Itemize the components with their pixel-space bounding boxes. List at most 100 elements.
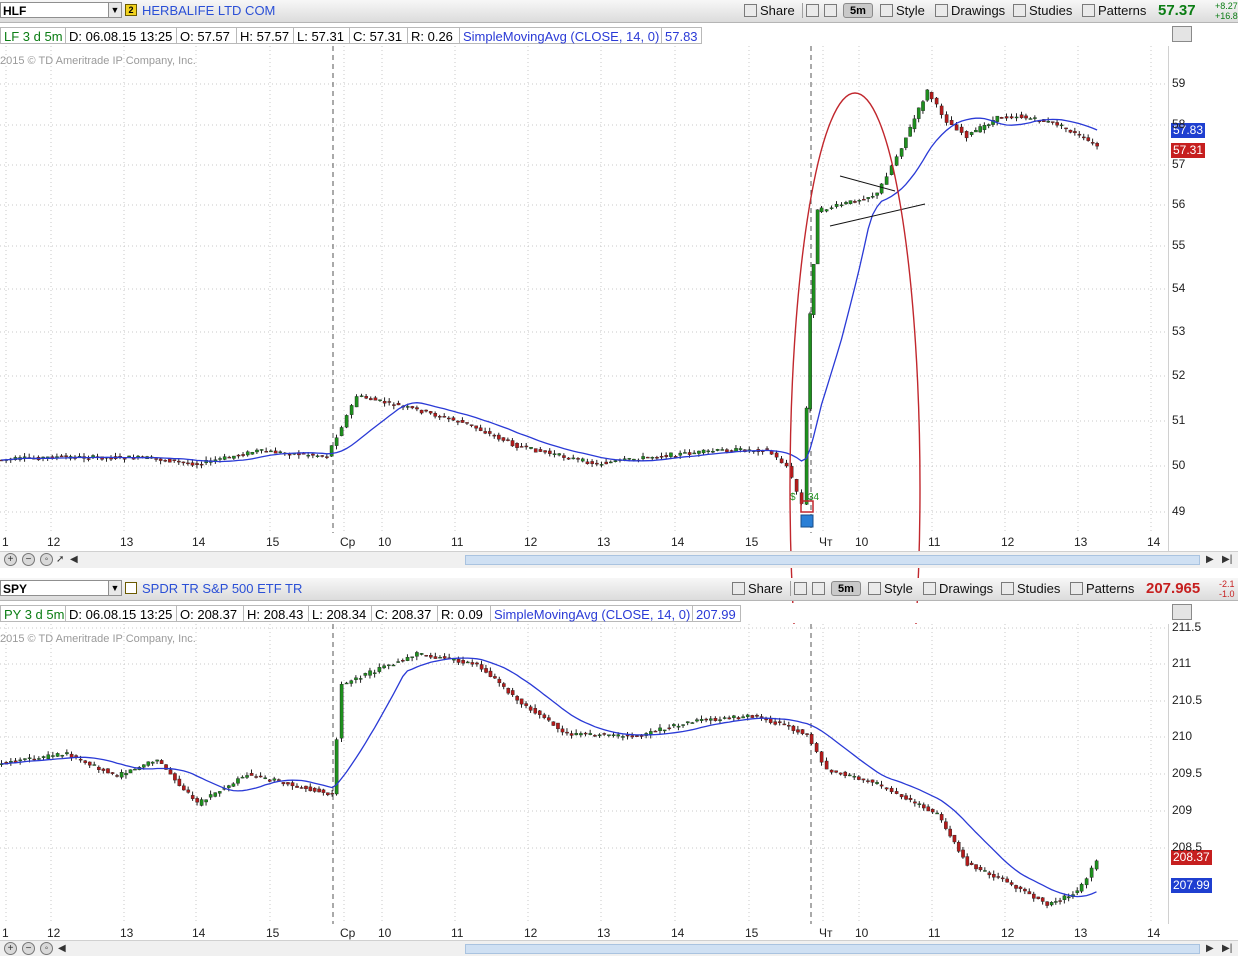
- scroll-left-icon[interactable]: ◀: [70, 552, 78, 568]
- candle-down: [1009, 882, 1014, 885]
- share-button[interactable]: Share: [732, 580, 783, 597]
- tools-button[interactable]: [806, 2, 822, 19]
- candle-down: [506, 687, 511, 694]
- hlf-price-chart[interactable]: $34 2015 © TD Ameritrade IP Company, Inc…: [0, 46, 1168, 884]
- symbol-input[interactable]: HLF: [0, 2, 120, 18]
- expand-chart-icon[interactable]: [1172, 26, 1192, 42]
- candle-up: [650, 457, 655, 459]
- spy-info-bar: PY 3 d 5m D: 06.08.15 13:25 O: 208.37 H:…: [0, 603, 1170, 623]
- candle-down: [181, 461, 186, 464]
- settings-button[interactable]: [812, 580, 828, 597]
- candle-up: [844, 202, 848, 205]
- candle-down: [805, 733, 809, 735]
- candle-up: [681, 724, 685, 726]
- candle-down: [784, 462, 789, 467]
- candle-down: [1086, 137, 1091, 141]
- candle-down: [254, 776, 258, 778]
- candle-up: [852, 776, 857, 778]
- candle-down: [101, 768, 106, 771]
- chart-spec[interactable]: LF 3 d 5m: [0, 27, 66, 44]
- link-badge[interactable]: [125, 582, 137, 594]
- candle-down: [163, 460, 168, 462]
- event-label: $: [790, 492, 796, 503]
- toolbar-separator: [802, 3, 803, 18]
- candle-down: [442, 656, 447, 659]
- scroll-thumb[interactable]: [465, 944, 1200, 954]
- candle-up: [599, 464, 604, 466]
- style-button[interactable]: Style: [868, 580, 913, 597]
- scroll-thumb[interactable]: [465, 555, 1200, 565]
- time-tick-label: Чт: [819, 535, 833, 549]
- candle-down: [1027, 891, 1032, 895]
- last-price-tag: 57.31: [1171, 143, 1206, 158]
- candle-up: [697, 450, 701, 454]
- candle-down: [796, 729, 800, 733]
- candle-down: [1082, 136, 1086, 139]
- scroll-end-icon[interactable]: ▶|: [1222, 552, 1232, 568]
- candle-up: [339, 427, 344, 437]
- candle-down: [159, 760, 164, 764]
- share-button[interactable]: Share: [744, 2, 795, 19]
- candle-up: [824, 209, 829, 212]
- candle-up: [875, 782, 879, 784]
- scroll-right-icon[interactable]: ▶: [1206, 552, 1214, 568]
- candle-down: [944, 114, 949, 123]
- symbol-description: SPDR TR S&P 500 ETF TR: [142, 581, 303, 596]
- link-badge[interactable]: 2: [125, 4, 137, 16]
- patterns-icon: [1082, 4, 1095, 17]
- zoom-fit-icon[interactable]: ◦: [40, 942, 53, 955]
- time-tick-label: 12: [47, 535, 61, 549]
- candle-down: [560, 728, 565, 733]
- candle-down: [926, 806, 931, 812]
- expand-chart-icon[interactable]: [1172, 604, 1192, 620]
- share-icon: [732, 582, 745, 595]
- symbol-input[interactable]: SPY: [0, 580, 120, 596]
- drawings-button[interactable]: Drawings: [935, 2, 1005, 19]
- zoom-in-icon[interactable]: +: [4, 942, 17, 955]
- patterns-button[interactable]: Patterns: [1070, 580, 1134, 597]
- symbol-dropdown-icon[interactable]: ▼: [108, 580, 122, 596]
- zoom-in-icon[interactable]: +: [4, 553, 17, 566]
- cursor-icon[interactable]: ➚: [56, 552, 64, 568]
- hlf-price-axis[interactable]: 57.83 57.31 59 58 57 56 55 54 53 52 51 50 49: [1168, 46, 1238, 551]
- style-button[interactable]: Style: [880, 2, 925, 19]
- candle-down: [326, 792, 330, 796]
- candle-down: [551, 721, 556, 726]
- candle-up: [741, 716, 745, 719]
- candle-down: [497, 434, 501, 440]
- studies-button[interactable]: Studies: [1013, 2, 1072, 19]
- zoom-out-icon[interactable]: −: [22, 553, 35, 566]
- studies-button[interactable]: Studies: [1001, 580, 1060, 597]
- study-name[interactable]: SimpleMovingAvg (CLOSE, 14, 0): [459, 27, 662, 44]
- candle-up: [372, 672, 377, 674]
- hlf-chart-svg: $34: [0, 46, 1168, 884]
- candle-up: [23, 758, 27, 760]
- settings-button[interactable]: [824, 2, 840, 19]
- interval-button[interactable]: 5m: [831, 581, 861, 596]
- candle-up: [1079, 883, 1084, 892]
- study-name[interactable]: SimpleMovingAvg (CLOSE, 14, 0): [490, 605, 693, 622]
- symbol-dropdown-icon[interactable]: ▼: [108, 2, 122, 18]
- tools-button[interactable]: [794, 580, 810, 597]
- patterns-button[interactable]: Patterns: [1082, 2, 1146, 19]
- drawings-button[interactable]: Drawings: [923, 580, 993, 597]
- chart-spec[interactable]: PY 3 d 5m: [0, 605, 66, 622]
- candle-down: [465, 422, 469, 424]
- candle-down: [515, 443, 519, 448]
- zoom-fit-icon[interactable]: ◦: [40, 553, 53, 566]
- spy-price-chart[interactable]: 2015 © TD Ameritrade IP Company, Inc.: [0, 624, 1168, 942]
- candle-up: [92, 764, 97, 766]
- candle-up: [908, 126, 912, 137]
- candle-up: [155, 759, 159, 762]
- candle-up: [65, 752, 69, 755]
- candle-down: [659, 456, 664, 458]
- candle-up: [349, 680, 354, 684]
- candle-up: [557, 453, 562, 456]
- spy-price-axis[interactable]: 208.37 207.99 211.5 211 210.5 210 209.5 209 20…: [1168, 620, 1238, 924]
- candle-down: [299, 787, 304, 789]
- candle-up: [607, 734, 611, 736]
- interval-button[interactable]: 5m: [843, 3, 873, 18]
- zoom-out-icon[interactable]: −: [22, 942, 35, 955]
- price-tick-label: 53: [1172, 324, 1186, 338]
- candle-down: [1064, 127, 1068, 130]
